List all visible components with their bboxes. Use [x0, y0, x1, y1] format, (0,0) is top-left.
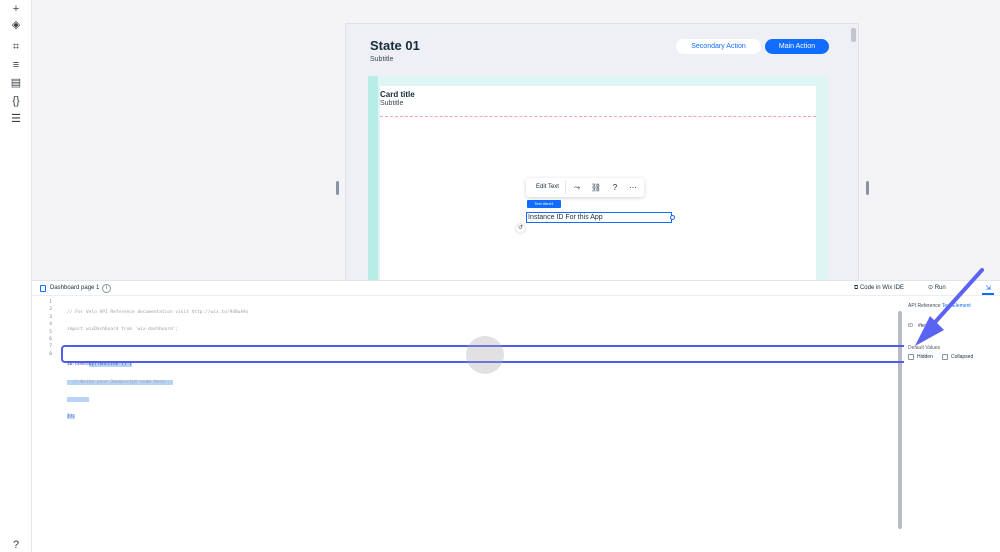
- page-subtitle: Subtitle: [370, 56, 394, 63]
- left-toolbar: + ◈ ⌗ ≡ ▤ {} ☰ ?: [0, 0, 32, 552]
- page-title: State 01: [370, 38, 420, 53]
- element-edit-toolbar: Edit Text ⤳ ⛓ ? ⋯: [526, 178, 644, 197]
- api-reference-link[interactable]: API Reference Text Element: [908, 303, 971, 309]
- database-icon[interactable]: ☰: [8, 112, 24, 126]
- line-number: 4: [49, 322, 52, 328]
- api-reference-label: API Reference: [908, 303, 941, 309]
- line-numbers: 1 2 3 4 5 6 7 8: [42, 299, 52, 358]
- text-element-content: Instance ID For this App: [528, 214, 603, 221]
- properties-panel-icon[interactable]: ⇲: [982, 282, 994, 295]
- page-scrollbar[interactable]: [851, 28, 856, 42]
- edit-text-button[interactable]: Edit Text: [530, 181, 566, 194]
- crop-icon[interactable]: ⌗: [8, 40, 24, 54]
- sliders-icon[interactable]: ≡: [8, 58, 24, 72]
- plus-icon[interactable]: +: [8, 2, 24, 16]
- api-element-link[interactable]: Text Element: [942, 303, 971, 309]
- secondary-action-button[interactable]: Secondary Action: [676, 39, 761, 54]
- card-subtitle: Subtitle: [380, 100, 404, 107]
- more-icon[interactable]: ⋯: [627, 181, 639, 194]
- code-panel-header: Dashboard page 1 i ⧉ Code in Wix IDE ⊙ R…: [32, 281, 1000, 296]
- page-tab[interactable]: Dashboard page 1: [38, 283, 99, 294]
- help-icon[interactable]: ?: [8, 538, 24, 552]
- code-line: // For Velo API Reference documentation …: [67, 310, 249, 315]
- hidden-label: Hidden: [917, 354, 933, 360]
- code-line: });: [67, 413, 249, 420]
- info-icon[interactable]: i: [102, 284, 111, 293]
- card-title: Card title: [380, 90, 415, 99]
- line-number: 7: [49, 344, 52, 350]
- id-label: ID: [908, 323, 913, 329]
- line-number: 1: [49, 300, 52, 305]
- code-panel: Dashboard page 1 i ⧉ Code in Wix IDE ⊙ R…: [32, 280, 1000, 552]
- code-line: import wixDashboard from 'wix-dashboard'…: [67, 327, 179, 333]
- line-number: 8: [49, 351, 52, 357]
- line-number: 3: [49, 314, 52, 320]
- connect-icon[interactable]: ⤳: [571, 181, 583, 194]
- run-label: Run: [934, 285, 946, 291]
- element-id-tag: Text #text1: [527, 200, 561, 208]
- selected-text-element[interactable]: Instance ID For this App: [526, 212, 675, 223]
- collapsed-checkbox[interactable]: [942, 354, 948, 360]
- selected-code: // Write your Javascript code here...: [67, 379, 173, 385]
- hidden-checkbox[interactable]: [908, 354, 914, 360]
- page-frame: State 01 Subtitle Secondary Action Main …: [346, 24, 858, 280]
- code-in-ide-label: Code in Wix IDE: [859, 285, 904, 291]
- editor-canvas: State 01 Subtitle Secondary Action Main …: [32, 0, 1000, 280]
- properties-panel: API Reference Text Element ID #text1 Def…: [904, 297, 1000, 552]
- page-tab-label: Dashboard page 1: [50, 285, 100, 291]
- code-line: // Write your Javascript code here...: [67, 379, 249, 386]
- id-field[interactable]: #text1: [918, 323, 932, 329]
- table-icon[interactable]: ▤: [8, 76, 24, 90]
- code-in-ide-button[interactable]: ⧉ Code in Wix IDE: [854, 283, 904, 294]
- cursor-indicator: [466, 336, 504, 374]
- run-button[interactable]: ⊙ Run: [928, 283, 946, 294]
- main-action-button[interactable]: Main Action: [765, 39, 829, 54]
- undo-icon[interactable]: ↺: [516, 224, 525, 233]
- collapsed-label: Collapsed: [951, 354, 974, 360]
- resize-handle[interactable]: [670, 215, 675, 220]
- editor-scrollbar[interactable]: [898, 311, 902, 529]
- code-editor[interactable]: 1 2 3 4 5 6 7 8 // For Velo API Referenc…: [32, 297, 902, 552]
- line-number: 6: [49, 336, 52, 342]
- code-braces-icon[interactable]: {}: [8, 94, 24, 108]
- card-divider: [380, 116, 816, 117]
- right-resize-handle[interactable]: [866, 181, 869, 195]
- layers-icon[interactable]: ◈: [8, 18, 24, 32]
- code-line: [67, 396, 249, 403]
- help-icon[interactable]: ?: [609, 181, 621, 194]
- line-number: 2: [49, 307, 52, 313]
- left-resize-handle[interactable]: [336, 181, 339, 195]
- default-values-label: Default Values: [908, 345, 941, 351]
- code-lines: // For Velo API Reference documentation …: [67, 299, 249, 448]
- line-number: 5: [49, 329, 52, 335]
- selected-code: [67, 396, 89, 402]
- link-icon[interactable]: ⛓: [590, 181, 602, 194]
- selected-code: });: [67, 414, 76, 420]
